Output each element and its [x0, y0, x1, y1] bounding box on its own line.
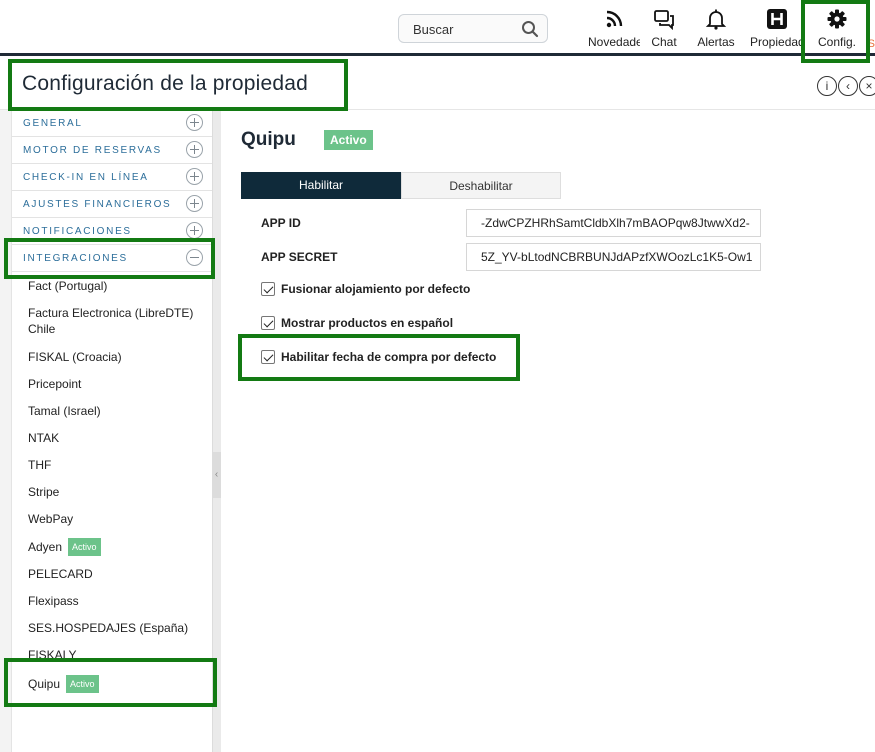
enable-toggle-button[interactable]: Habilitar: [241, 172, 401, 199]
sidebar-item-pricepoint[interactable]: Pricepoint: [28, 376, 208, 392]
nav-propiedad-label: Propiedad: [750, 35, 804, 49]
nav-novedades-label: Novedades: [588, 35, 640, 49]
spanish-products-checkbox[interactable]: Mostrar productos en español: [261, 316, 453, 330]
sidebar-section-label: MOTOR DE RESERVAS: [23, 145, 162, 156]
nav-chat-label: Chat: [651, 35, 677, 49]
app-secret-label: APP SECRET: [261, 250, 338, 264]
collapse-sidebar-handle[interactable]: ‹: [212, 452, 221, 498]
checkbox-label: Habilitar fecha de compra por defecto: [281, 350, 497, 364]
checkbox-checked[interactable]: [261, 316, 275, 330]
purchase-date-checkbox[interactable]: Habilitar fecha de compra por defecto: [261, 350, 496, 364]
page-title: Configuración de la propiedad: [22, 72, 308, 95]
sidebar-item-pelecard[interactable]: PELECARD: [28, 566, 208, 582]
sidebar-section-check-in[interactable]: CHECK-IN EN LÍNEA: [12, 164, 212, 191]
sidebar-section-ajustes-financieros[interactable]: AJUSTES FINANCIEROS: [12, 191, 212, 218]
gear-icon: [827, 9, 847, 29]
status-badge: Activo: [66, 675, 99, 693]
close-icon[interactable]: ×: [859, 76, 875, 96]
sidebar-item-adyen[interactable]: Adyen Activo: [28, 538, 208, 556]
checkbox-checked[interactable]: [261, 282, 275, 296]
disable-toggle-button[interactable]: Deshabilitar: [401, 172, 561, 199]
search-icon[interactable]: [521, 20, 539, 38]
expand-icon[interactable]: [186, 222, 203, 239]
sidebar-item-quipu[interactable]: Quipu Activo: [28, 675, 208, 693]
sidebar-section-label: AJUSTES FINANCIEROS: [23, 199, 172, 210]
nav-alertas-label: Alertas: [697, 35, 735, 49]
sidebar-item-webpay[interactable]: WebPay: [28, 511, 208, 527]
page-header: Configuración de la propiedad i ‹ ×: [0, 59, 875, 110]
status-badge: Activo: [68, 538, 101, 556]
hotel-icon: [767, 9, 787, 29]
sidebar-section-label: NOTIFICACIONES: [23, 226, 132, 237]
search-box[interactable]: Buscar: [398, 14, 548, 43]
integration-title: Quipu: [241, 129, 296, 150]
background-panel: [0, 110, 12, 752]
merge-lodging-checkbox[interactable]: Fusionar alojamiento por defecto: [261, 282, 470, 296]
header-actions: i ‹ ×: [817, 76, 875, 96]
rss-icon: [606, 10, 623, 28]
settings-sidebar: GENERAL MOTOR DE RESERVAS CHECK-IN EN LÍ…: [12, 110, 212, 752]
sidebar-item-stripe[interactable]: Stripe: [28, 484, 208, 500]
nav-propiedad-button[interactable]: Propiedad: [750, 8, 804, 52]
sidebar-section-notificaciones[interactable]: NOTIFICACIONES: [12, 218, 212, 245]
top-bar: Buscar Novedades Chat Alertas: [0, 0, 875, 56]
expand-icon[interactable]: [186, 141, 203, 158]
sidebar-scrollbar[interactable]: [212, 110, 221, 752]
search-input[interactable]: Buscar: [413, 22, 453, 37]
checkbox-label: Mostrar productos en español: [281, 316, 454, 330]
cutoff-text: S: [867, 38, 875, 50]
sidebar-item-ntak[interactable]: NTAK: [28, 430, 208, 446]
checkbox-checked[interactable]: [261, 350, 275, 364]
sidebar-section-motor-de-reservas[interactable]: MOTOR DE RESERVAS: [12, 137, 212, 164]
sidebar-item-fiskal-croacia[interactable]: FISKAL (Croacia): [28, 349, 208, 365]
info-icon[interactable]: i: [817, 76, 837, 96]
sidebar-section-label: INTEGRACIONES: [23, 253, 128, 264]
sidebar-item-tamal-israel[interactable]: Tamal (Israel): [28, 403, 208, 419]
bell-icon: [705, 9, 727, 30]
sidebar-section-general[interactable]: GENERAL: [12, 110, 212, 137]
sidebar-item-factura-electronica[interactable]: Factura Electronica (LibreDTE) Chile: [28, 305, 208, 337]
expand-icon[interactable]: [186, 168, 203, 185]
sidebar-section-label: GENERAL: [23, 118, 83, 129]
sidebar-item-fact-portugal[interactable]: Fact (Portugal): [28, 278, 208, 294]
nav-chat-button[interactable]: Chat: [644, 8, 684, 52]
app-secret-input[interactable]: 5Z_YV-bLtodNCBRBUNJdAPzfXWOozLc1K5-Ow1: [466, 243, 761, 271]
sidebar-section-integraciones[interactable]: INTEGRACIONES: [12, 245, 212, 272]
nav-config-button[interactable]: Config.: [812, 8, 862, 52]
chat-icon: [654, 10, 674, 30]
sidebar-item-flexipass[interactable]: Flexipass: [28, 593, 208, 609]
collapse-icon[interactable]: [186, 249, 203, 266]
nav-alertas-button[interactable]: Alertas: [692, 8, 740, 52]
app-id-label: APP ID: [261, 216, 301, 230]
nav-novedades-button[interactable]: Novedades: [588, 8, 640, 52]
sidebar-item-ses-hospedajes[interactable]: SES.HOSPEDAJES (España): [28, 620, 208, 636]
app-id-input[interactable]: -ZdwCPZHRhSamtCldbXlh7mBAOPqw8JtwwXd2-: [466, 209, 761, 237]
integration-panel: Quipu Activo Habilitar Deshabilitar APP …: [221, 110, 875, 752]
sidebar-item-thf[interactable]: THF: [28, 457, 208, 473]
nav-config-label: Config.: [817, 35, 857, 49]
status-badge: Activo: [324, 130, 373, 150]
chevron-left-icon[interactable]: ‹: [838, 76, 858, 96]
checkbox-label: Fusionar alojamiento por defecto: [281, 282, 471, 296]
expand-icon[interactable]: [186, 195, 203, 212]
sidebar-item-fiskaly[interactable]: FISKALY: [28, 647, 208, 663]
sidebar-section-label: CHECK-IN EN LÍNEA: [23, 172, 149, 183]
expand-icon[interactable]: [186, 114, 203, 131]
